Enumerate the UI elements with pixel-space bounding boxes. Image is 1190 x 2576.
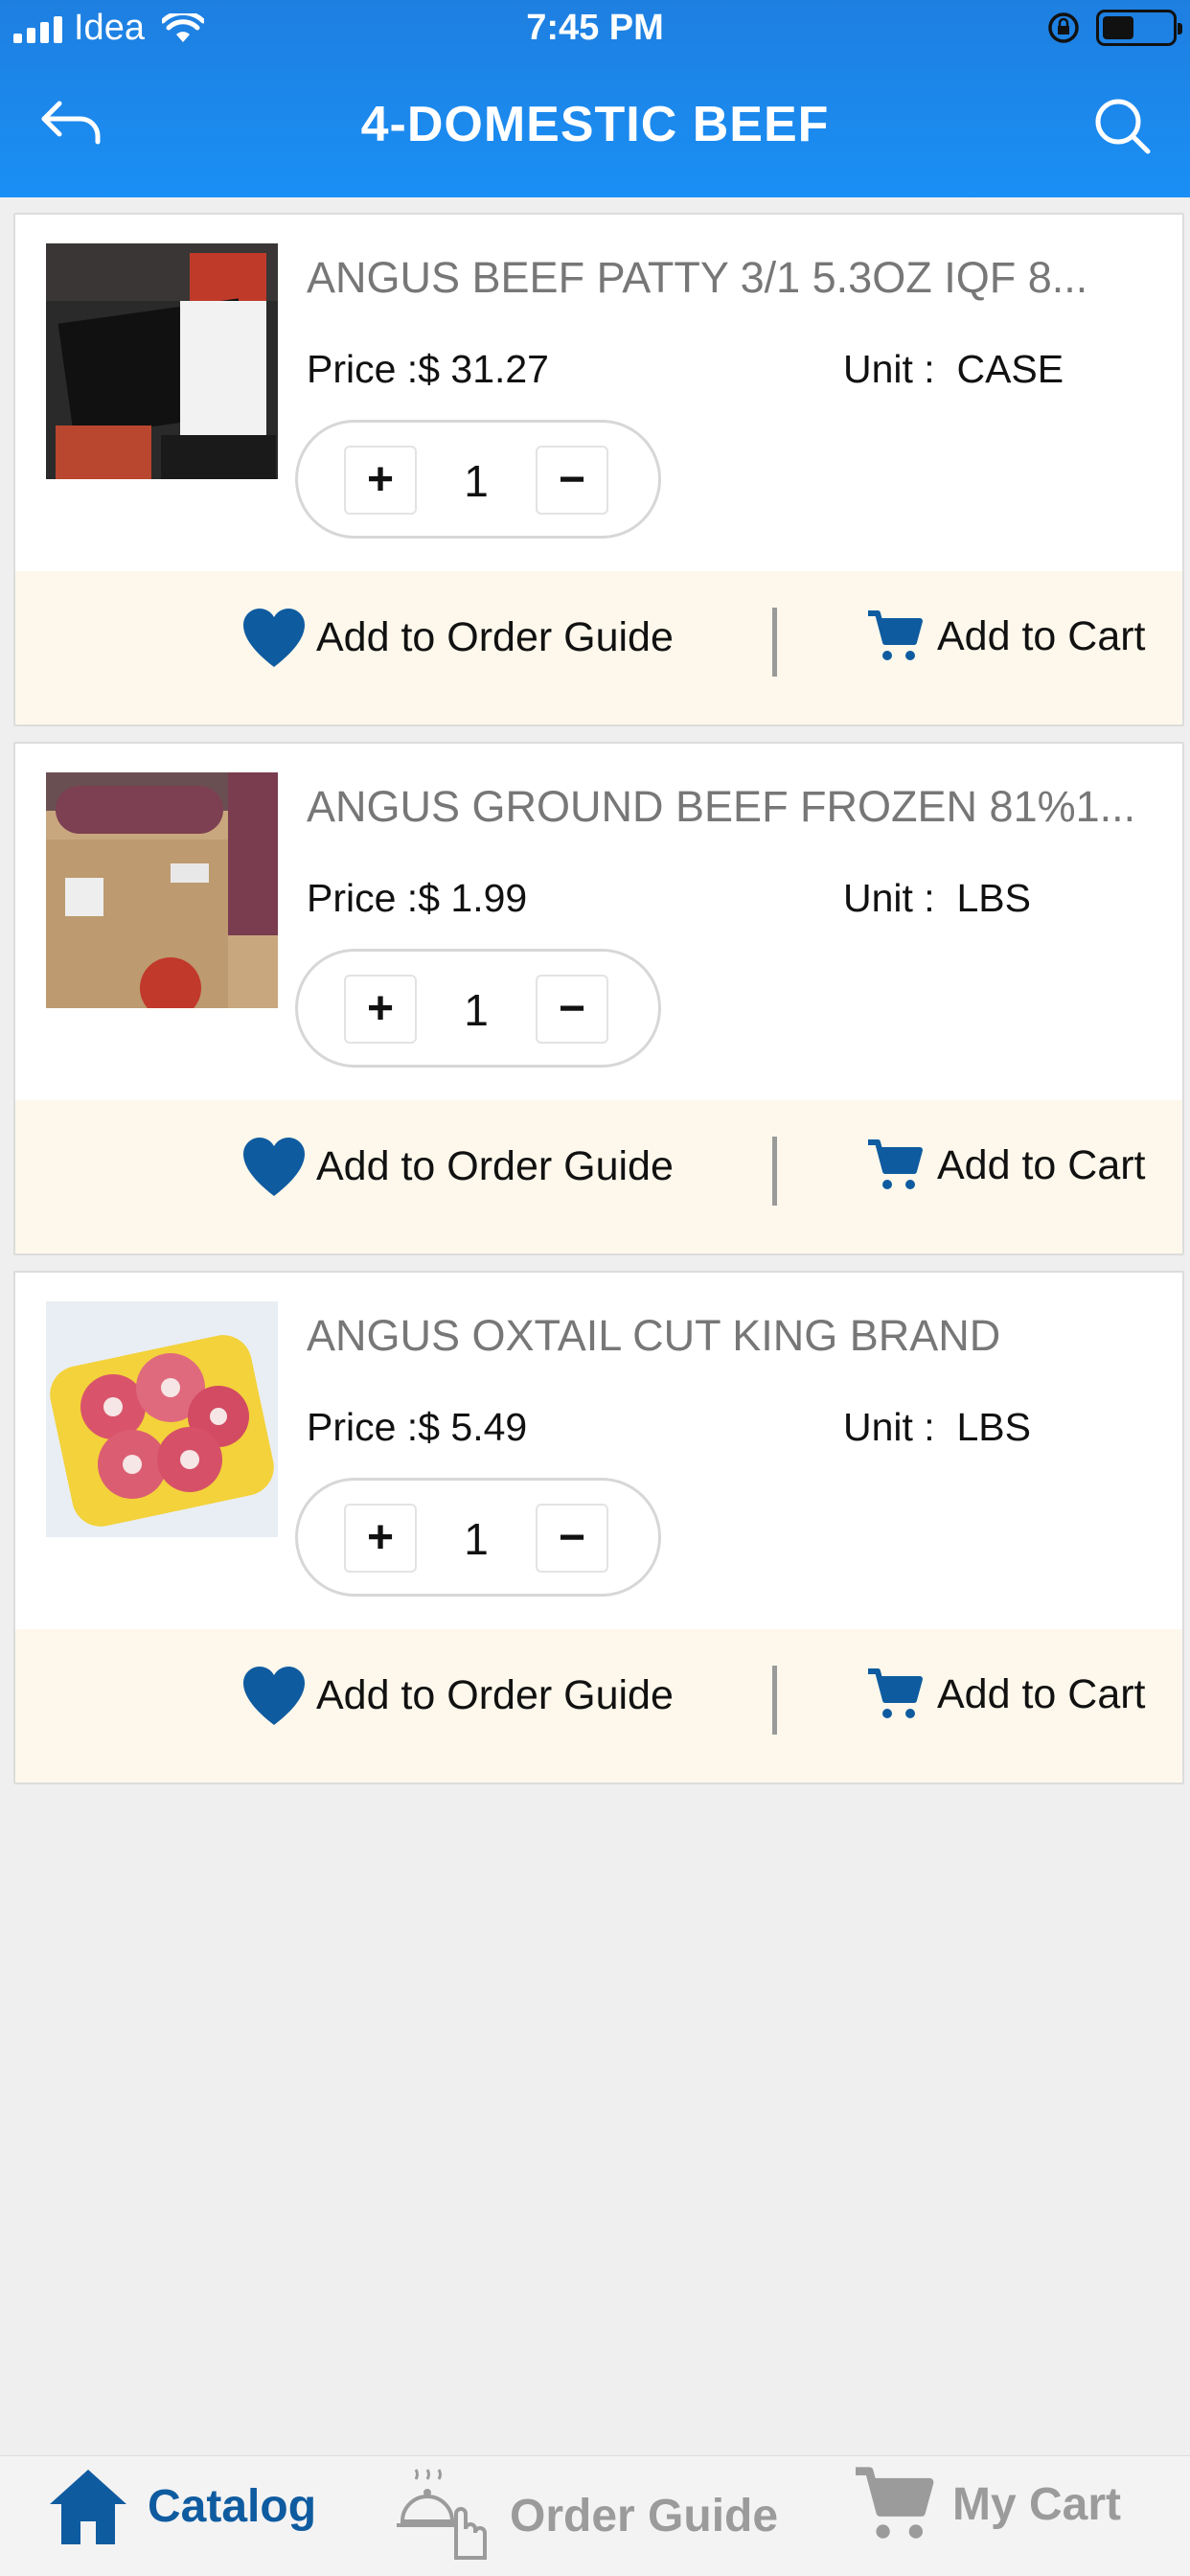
app-header: Idea 7:45 PM 4-DOMESTIC BEEF — [0, 0, 1190, 197]
tab-my-cart[interactable]: My Cart — [853, 2466, 1121, 2542]
product-unit: Unit : LBS — [843, 1405, 1031, 1449]
tab-catalog-label: Catalog — [148, 2480, 317, 2532]
add-to-order-guide-label: Add to Order Guide — [316, 613, 674, 660]
add-to-cart-button[interactable]: Add to Cart — [866, 610, 1146, 663]
cart-icon — [868, 1139, 923, 1189]
add-to-order-guide-button[interactable]: Add to Order Guide — [241, 606, 674, 669]
action-divider — [772, 1666, 777, 1735]
decrement-button[interactable]: − — [536, 975, 608, 1044]
increment-button[interactable]: + — [344, 975, 417, 1044]
product-card: ANGUS OXTAIL CUT KING BRAND Price :$ 5.4… — [13, 1271, 1184, 1784]
tab-order-guide-label: Order Guide — [510, 2490, 779, 2542]
product-actions: Add to Order Guide Add to Cart — [15, 571, 1182, 724]
product-price: Price :$ 5.49 — [307, 1405, 528, 1449]
heart-icon — [243, 1667, 305, 1725]
bell-hand-icon — [397, 2469, 487, 2560]
action-divider — [772, 1137, 777, 1206]
quantity-value: 1 — [464, 985, 489, 1035]
bottom-tab-bar: Catalog Order Guide My Cart — [0, 2455, 1190, 2576]
product-image[interactable] — [46, 772, 278, 1008]
page-title: 4-DOMESTIC BEEF — [360, 97, 830, 152]
increment-button[interactable]: + — [344, 446, 417, 515]
heart-icon — [243, 609, 305, 667]
search-icon[interactable] — [1092, 96, 1154, 157]
product-image[interactable] — [46, 1301, 278, 1537]
add-to-cart-label: Add to Cart — [937, 1141, 1146, 1188]
status-right — [1046, 10, 1182, 46]
heart-icon — [243, 1138, 305, 1196]
increment-button[interactable]: + — [344, 1504, 417, 1573]
status-time: 7:45 PM — [526, 8, 664, 48]
product-name[interactable]: ANGUS BEEF PATTY 3/1 5.3OZ IQF 8... — [307, 253, 1171, 303]
tab-order-guide[interactable]: Order Guide — [393, 2466, 778, 2565]
action-divider — [772, 608, 777, 677]
tab-my-cart-label: My Cart — [952, 2478, 1122, 2530]
battery-icon — [1096, 10, 1182, 46]
add-to-cart-button[interactable]: Add to Cart — [866, 1138, 1146, 1192]
product-image[interactable] — [46, 243, 278, 479]
quantity-stepper: + 1 − — [295, 1478, 661, 1597]
tab-catalog[interactable]: Catalog — [46, 2466, 316, 2546]
product-price: Price :$ 31.27 — [307, 347, 549, 391]
decrement-button[interactable]: − — [536, 446, 608, 515]
quantity-value: 1 — [464, 1514, 489, 1564]
add-to-cart-label: Add to Cart — [937, 612, 1146, 659]
product-actions: Add to Order Guide Add to Cart — [15, 1100, 1182, 1254]
product-actions: Add to Order Guide Add to Cart — [15, 1629, 1182, 1782]
cart-icon — [868, 610, 923, 660]
quantity-stepper: + 1 − — [295, 420, 661, 539]
product-price: Price :$ 1.99 — [307, 876, 528, 920]
add-to-order-guide-button[interactable]: Add to Order Guide — [241, 1135, 674, 1198]
product-unit: Unit : LBS — [843, 876, 1031, 920]
add-to-cart-button[interactable]: Add to Cart — [866, 1668, 1146, 1721]
add-to-cart-label: Add to Cart — [937, 1670, 1146, 1717]
product-name[interactable]: ANGUS GROUND BEEF FROZEN 81%1... — [307, 782, 1171, 832]
quantity-value: 1 — [464, 456, 489, 506]
status-bar: Idea 7:45 PM — [0, 0, 1190, 56]
add-to-order-guide-label: Add to Order Guide — [316, 1671, 674, 1718]
add-to-order-guide-button[interactable]: Add to Order Guide — [241, 1664, 674, 1727]
product-list: ANGUS BEEF PATTY 3/1 5.3OZ IQF 8... Pric… — [13, 213, 1184, 1800]
cart-icon — [868, 1668, 923, 1718]
product-card: ANGUS BEEF PATTY 3/1 5.3OZ IQF 8... Pric… — [13, 213, 1184, 726]
product-name[interactable]: ANGUS OXTAIL CUT KING BRAND — [307, 1311, 1171, 1361]
product-unit: Unit : CASE — [843, 347, 1064, 391]
product-card: ANGUS GROUND BEEF FROZEN 81%1... Price :… — [13, 742, 1184, 1255]
rotation-lock-icon — [1048, 12, 1079, 43]
decrement-button[interactable]: − — [536, 1504, 608, 1573]
home-icon — [50, 2470, 126, 2544]
add-to-order-guide-label: Add to Order Guide — [316, 1142, 674, 1189]
quantity-stepper: + 1 − — [295, 949, 661, 1068]
cart-icon — [856, 2467, 934, 2539]
